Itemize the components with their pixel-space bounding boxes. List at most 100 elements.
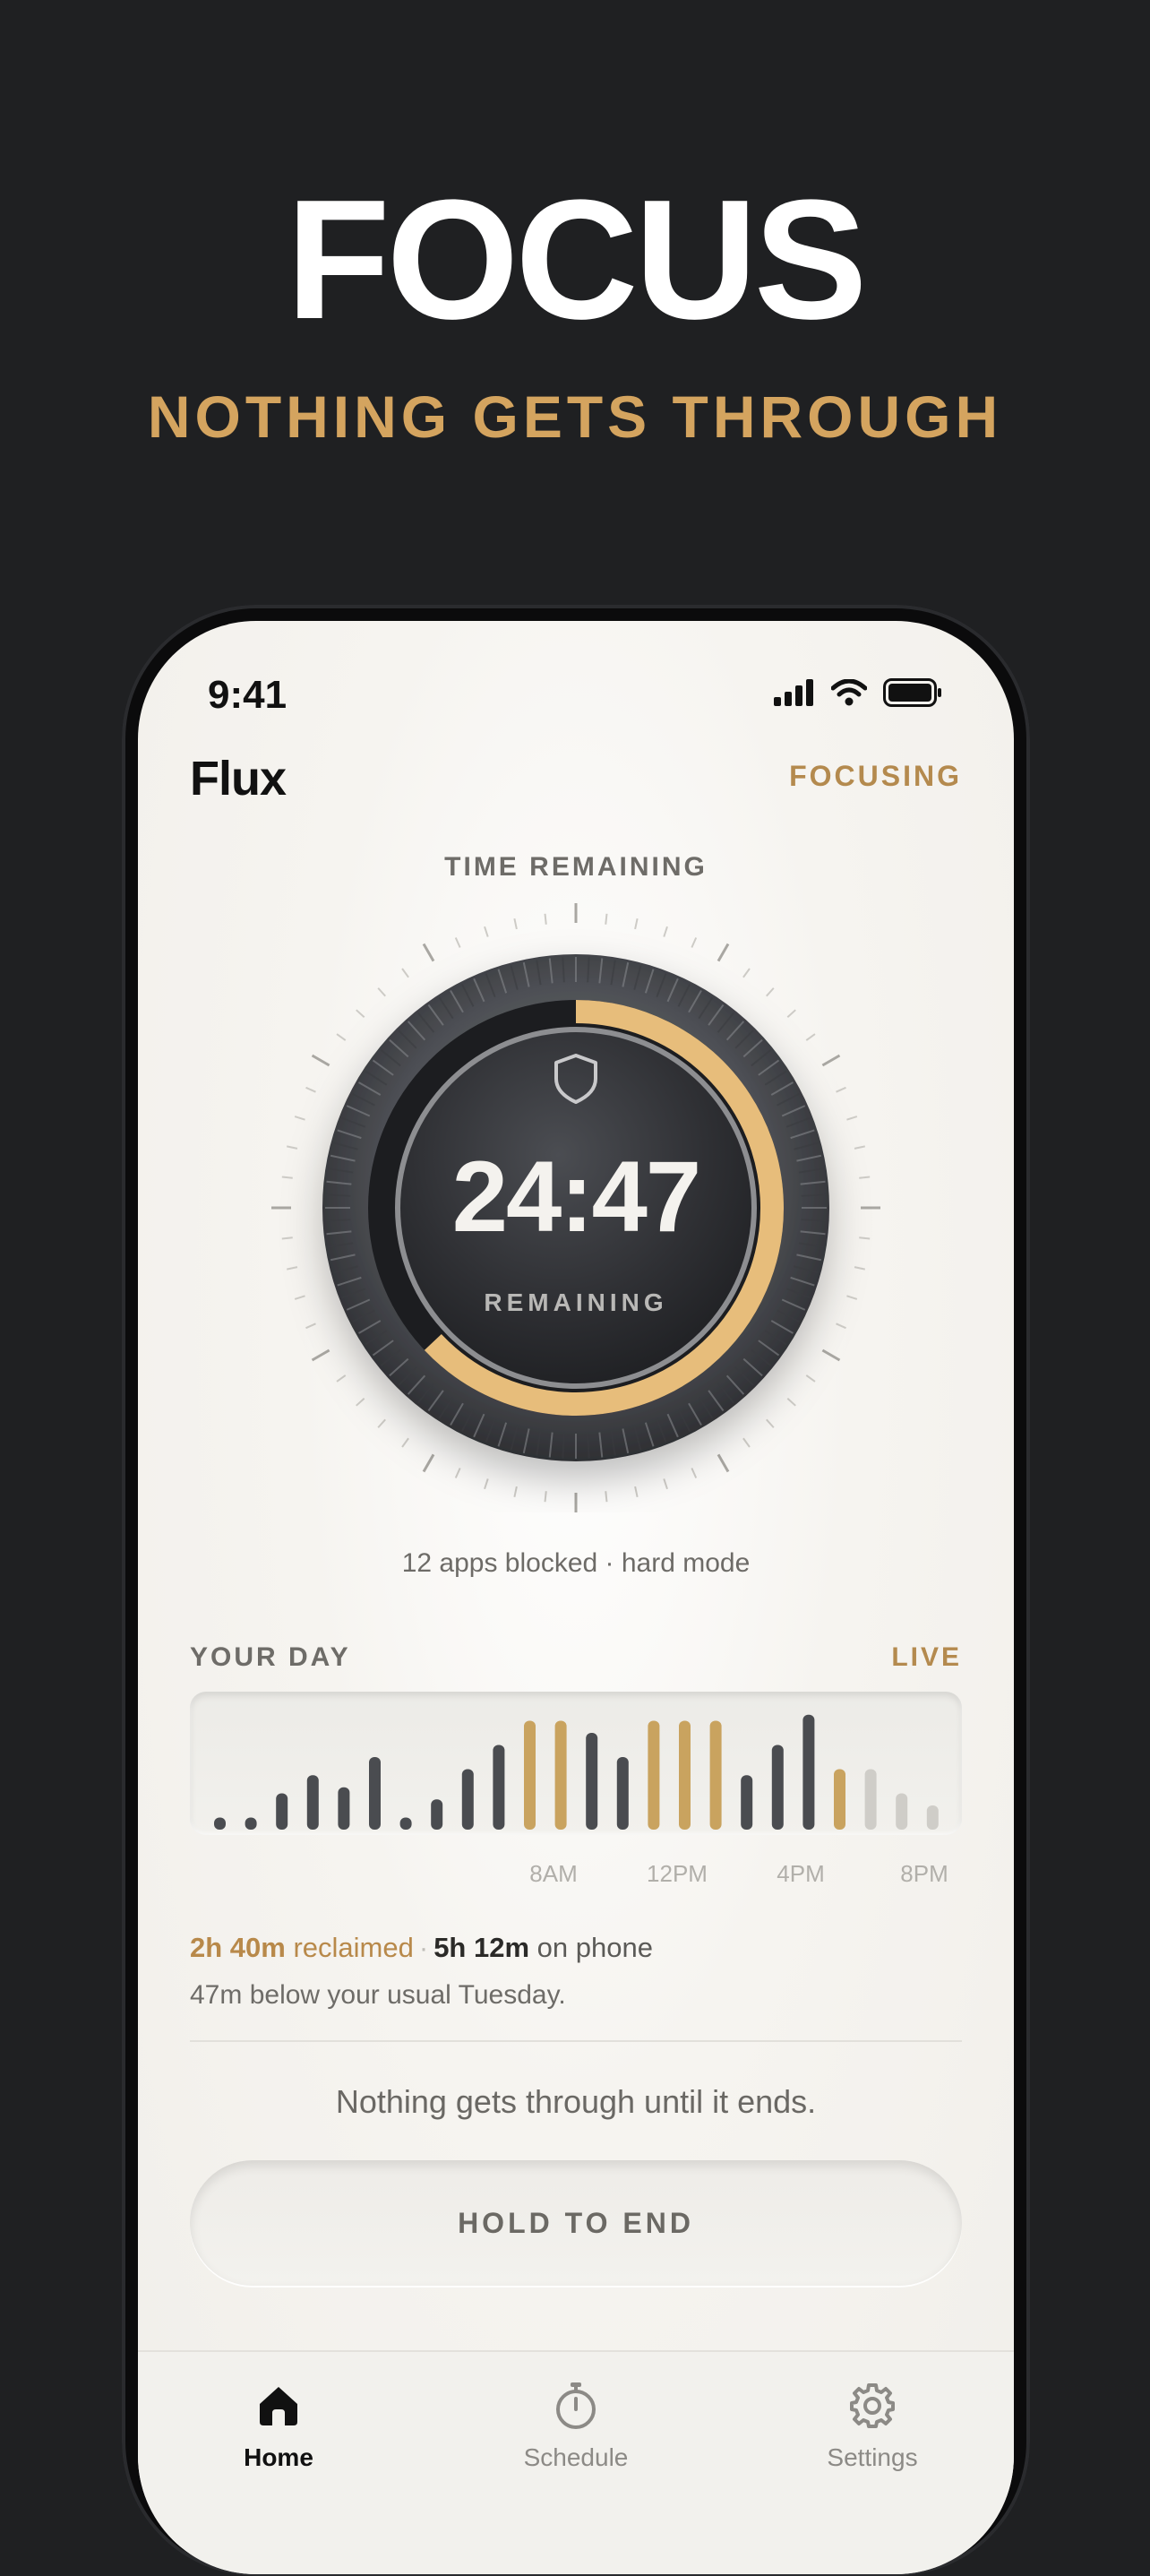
chart-bar bbox=[679, 1720, 691, 1830]
blocked-info: 12 apps blocked · hard mode bbox=[401, 1548, 751, 1578]
chart-bar bbox=[338, 1787, 350, 1830]
dial-tick bbox=[401, 968, 409, 978]
phone-frame: 9:41 Flux FOCUSING TIME REMAINING 24:47 … bbox=[122, 605, 1030, 2576]
chart-bar bbox=[741, 1775, 753, 1830]
dial-tick bbox=[454, 1468, 461, 1478]
dial-tick bbox=[513, 1486, 518, 1497]
tab-bar: Home Schedule Settings bbox=[138, 2350, 1014, 2574]
dial-tick bbox=[605, 1491, 608, 1503]
chart-bar bbox=[431, 1799, 443, 1830]
tab-label: Schedule bbox=[523, 2443, 629, 2471]
focus-message: Nothing gets through until it ends. bbox=[335, 2083, 817, 2120]
dial-tick bbox=[336, 1033, 347, 1041]
tab-settings[interactable]: Settings bbox=[765, 2379, 980, 2472]
dial-tick bbox=[484, 1478, 489, 1490]
chart-bar bbox=[586, 1733, 598, 1830]
dial-tick bbox=[513, 918, 518, 930]
dial-tick bbox=[311, 1348, 330, 1362]
chart-bar bbox=[369, 1757, 381, 1830]
status-icons bbox=[774, 675, 942, 711]
day-chart-svg bbox=[214, 1714, 939, 1830]
stats-line: 2h 40m reclaimed · 5h 12m on phone bbox=[190, 1932, 653, 1964]
chart-bar bbox=[399, 1817, 412, 1830]
dial-tick bbox=[377, 1418, 386, 1428]
dial-tick bbox=[717, 943, 730, 962]
day-chart bbox=[190, 1692, 962, 1835]
chart-bar bbox=[834, 1769, 845, 1830]
x-tick-label: 8AM bbox=[529, 1860, 578, 1887]
dial-tick bbox=[336, 1374, 347, 1383]
reclaimed-value: 2h 40m bbox=[190, 1932, 286, 1963]
comparison-text: 47m below your usual Tuesday. bbox=[190, 1980, 566, 2010]
tab-label: Settings bbox=[827, 2443, 918, 2471]
chart-bar bbox=[214, 1817, 226, 1830]
dial-tick bbox=[544, 1491, 547, 1503]
hold-to-end-button[interactable]: HOLD TO END bbox=[190, 2160, 962, 2286]
chart-bar bbox=[493, 1745, 505, 1830]
your-day-label: YOUR DAY bbox=[190, 1642, 351, 1672]
timer-dial: 24:47 REMAINING bbox=[266, 898, 886, 1518]
chart-bar bbox=[461, 1769, 474, 1830]
dial-tick bbox=[305, 1086, 316, 1093]
dial-tick bbox=[311, 1054, 330, 1067]
divider bbox=[190, 2040, 962, 2042]
signal-icon bbox=[774, 679, 813, 706]
dial-tick bbox=[846, 1116, 858, 1121]
tab-label: Home bbox=[244, 2443, 313, 2471]
phone-value: 5h 12m bbox=[433, 1932, 530, 1963]
phone-label: on phone bbox=[536, 1932, 653, 1963]
dial-tick bbox=[786, 1398, 796, 1407]
dial-tick bbox=[766, 1418, 775, 1428]
hero-subtitle: NOTHING GETS THROUGH bbox=[147, 383, 1003, 450]
dial-tick bbox=[742, 1437, 751, 1448]
chart-bar bbox=[306, 1775, 319, 1830]
stopwatch-icon bbox=[556, 2382, 596, 2429]
chart-bar bbox=[802, 1714, 815, 1830]
x-tick-label: 12PM bbox=[647, 1860, 708, 1887]
wifi-icon bbox=[831, 679, 867, 706]
dial-tick bbox=[544, 913, 547, 925]
dial-tick bbox=[294, 1116, 305, 1121]
live-badge: LIVE bbox=[891, 1642, 962, 1672]
chart-bar bbox=[554, 1720, 567, 1830]
chart-bar bbox=[896, 1793, 908, 1830]
reclaimed-label: reclaimed bbox=[293, 1932, 414, 1963]
timer-value: 24:47 bbox=[451, 1141, 701, 1253]
dial-tick bbox=[422, 1453, 435, 1473]
dial-tick bbox=[422, 943, 435, 962]
dial-tick bbox=[691, 1468, 698, 1478]
dial-tick bbox=[401, 1437, 409, 1448]
status-time: 9:41 bbox=[208, 673, 288, 717]
dial-tick bbox=[854, 1266, 865, 1271]
dial-tick bbox=[356, 1398, 365, 1407]
dial-tick bbox=[605, 913, 608, 925]
app-name: Flux bbox=[190, 752, 287, 806]
dial-tick bbox=[742, 968, 751, 978]
tab-home[interactable]: Home bbox=[171, 2379, 386, 2472]
x-tick-label: 8PM bbox=[900, 1860, 948, 1887]
dial-tick bbox=[836, 1086, 846, 1093]
dial-tick bbox=[634, 918, 639, 930]
chart-bar bbox=[616, 1757, 629, 1830]
dial-tick bbox=[821, 1054, 841, 1067]
chart-bar bbox=[524, 1720, 536, 1830]
chart-bar bbox=[276, 1793, 288, 1830]
dial-tick bbox=[634, 1486, 639, 1497]
dial-tick bbox=[305, 1322, 316, 1330]
dial-tick bbox=[821, 1348, 841, 1362]
chart-bar bbox=[926, 1805, 939, 1830]
dial-tick bbox=[766, 987, 775, 997]
tab-schedule[interactable]: Schedule bbox=[468, 2379, 683, 2472]
timer-sub-label: REMAINING bbox=[484, 1288, 668, 1316]
separator: · bbox=[418, 1932, 429, 1963]
dial-tick bbox=[691, 937, 698, 948]
dial-tick bbox=[663, 926, 668, 937]
chart-bar bbox=[864, 1769, 877, 1830]
hero-title: FOCUS bbox=[286, 165, 868, 355]
dial-tick bbox=[454, 937, 461, 948]
phone-screen: 9:41 Flux FOCUSING TIME REMAINING 24:47 … bbox=[138, 621, 1014, 2574]
battery-icon bbox=[883, 678, 941, 707]
chart-bar bbox=[709, 1720, 722, 1830]
dial-tick bbox=[287, 1266, 298, 1271]
chart-bar bbox=[648, 1720, 660, 1830]
